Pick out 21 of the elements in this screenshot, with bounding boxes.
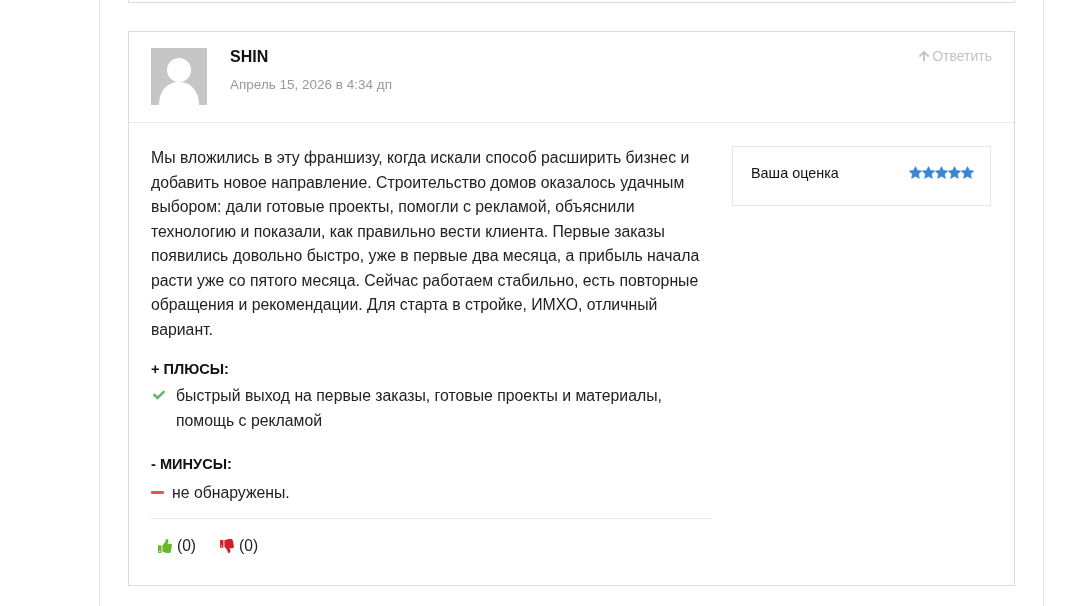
section-heading: - МИНУСЫ: [151,455,233,474]
check-icon [152,389,166,401]
star-icon [948,166,961,179]
like-button[interactable]: (0) [158,536,197,556]
rating-label: Ваша оценка [751,164,839,182]
section-heading: + ПЛЮСЫ: [151,360,230,379]
author-name: SHIN [230,47,269,67]
comment-text: Мы вложились в эту франшизу, когда искали способ расширить бизнес и добавить новое направление. Строительство домов оказалось удачным выбором: дали готовые проекты, помогли с рекламой, объяснили технологию и показали, как правильно вести клиента. Первые заказы появились довольно быстро, уже в первые два месяца, а прибыль начала расти уже со пятого месяца. Сейчас работаем стабильно, есть повторные обращения и рекомендации. Для старта в стройке, ИМХО, отличный вариант. [151,148,701,340]
thumbs-up-icon [158,539,172,553]
thumbs-down-icon [220,539,235,553]
list-item-text: не обнаружены. [172,483,290,503]
star-icon [922,166,935,179]
arrow-up-icon [918,50,931,62]
star-icon [935,166,948,179]
minus-icon [151,491,164,494]
list-item-text: быстрый выход на первые заказы, готовые проекты и материалы, помощь с рекламой [176,386,663,431]
avatar-icon [151,48,207,105]
comment-date: Апрель 15, 2026 в 4:34 дп [230,77,392,93]
dislike-button[interactable]: (0) [220,536,259,556]
star-icon [961,166,974,179]
star-icon [909,166,922,179]
